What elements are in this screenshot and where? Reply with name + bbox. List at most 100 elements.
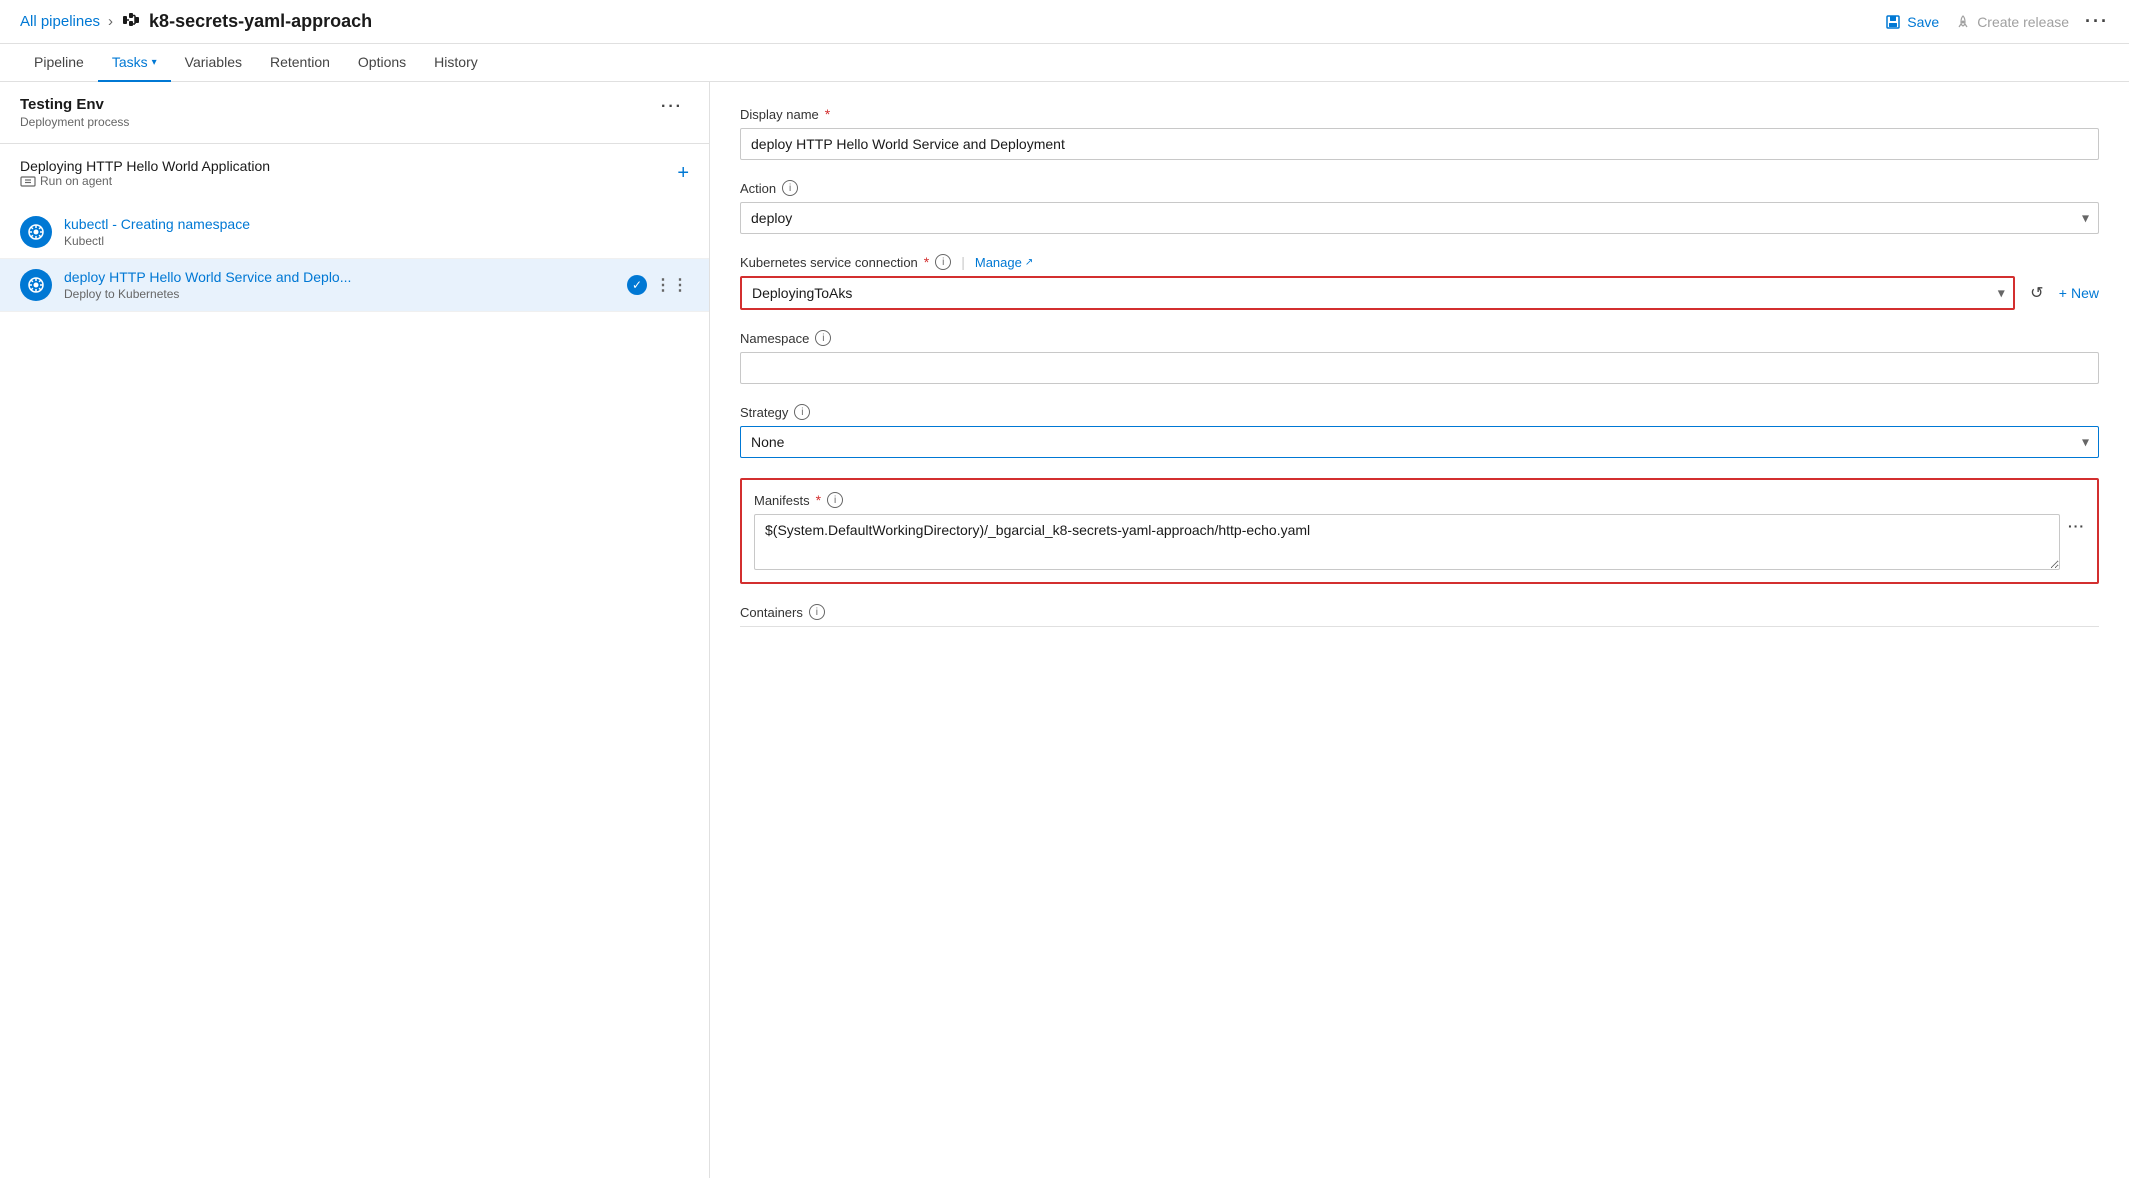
containers-label: Containers i xyxy=(740,604,2099,620)
manifests-textarea[interactable] xyxy=(754,514,2060,570)
manifests-info-icon[interactable]: i xyxy=(827,492,843,508)
manifests-label: Manifests * i xyxy=(754,492,2085,508)
pipeline-icon xyxy=(121,10,141,33)
refresh-icon: ↺ xyxy=(2030,283,2043,303)
task-deploy-info: deploy HTTP Hello World Service and Depl… xyxy=(64,269,627,301)
task-deploy-name: deploy HTTP Hello World Service and Depl… xyxy=(64,269,627,285)
tab-variables-label: Variables xyxy=(185,54,242,70)
header-right: Save Create release ··· xyxy=(1885,11,2109,32)
tab-variables[interactable]: Variables xyxy=(171,44,256,82)
task-deploy-sub: Deploy to Kubernetes xyxy=(64,287,627,301)
external-link-icon: ↗ xyxy=(1025,257,1033,268)
strategy-info-icon[interactable]: i xyxy=(794,404,810,420)
k8s-info-icon[interactable]: i xyxy=(935,254,951,270)
display-name-input[interactable] xyxy=(740,128,2099,160)
strategy-select[interactable]: None Canary Rolling xyxy=(740,426,2099,458)
manifests-box: Manifests * i ··· xyxy=(740,478,2099,584)
save-button[interactable]: Save xyxy=(1885,14,1939,30)
k8s-connection-select[interactable]: DeployingToAks xyxy=(740,276,2015,310)
containers-field: Containers i xyxy=(740,604,2099,627)
manifests-field: Manifests * i ··· xyxy=(740,478,2099,584)
save-label: Save xyxy=(1907,14,1939,30)
nav-tabs: Pipeline Tasks ▾ Variables Retention Opt… xyxy=(0,44,2129,82)
display-name-field: Display name * xyxy=(740,106,2099,160)
k8s-required-marker: * xyxy=(924,254,929,270)
main-content: Testing Env Deployment process ··· Deplo… xyxy=(0,82,2129,1178)
tab-options[interactable]: Options xyxy=(344,44,420,82)
namespace-input[interactable] xyxy=(740,352,2099,384)
task-kubectl-name: kubectl - Creating namespace xyxy=(64,216,689,232)
pipe-separator: | xyxy=(961,254,965,270)
environment-info: Testing Env Deployment process xyxy=(20,96,129,129)
task-item-deploy[interactable]: deploy HTTP Hello World Service and Depl… xyxy=(0,259,709,312)
new-label: New xyxy=(2071,285,2099,301)
action-field: Action i deploy promote reject ▾ xyxy=(740,180,2099,234)
header: All pipelines › k8-secrets-yaml-approach xyxy=(0,0,2129,44)
tab-pipeline-label: Pipeline xyxy=(34,54,84,70)
k8s-connection-row: DeployingToAks ▾ ↺ + New xyxy=(740,276,2099,310)
rocket-icon xyxy=(1955,14,1971,30)
left-panel: Testing Env Deployment process ··· Deplo… xyxy=(0,82,710,1178)
chevron-down-icon: ▾ xyxy=(152,57,157,68)
header-left: All pipelines › k8-secrets-yaml-approach xyxy=(20,10,372,33)
tab-history[interactable]: History xyxy=(420,44,492,82)
helm-wheel-icon-2 xyxy=(27,276,45,294)
tab-pipeline[interactable]: Pipeline xyxy=(20,44,98,82)
helm-wheel-icon xyxy=(27,223,45,241)
task-drag-handle[interactable]: ⋮⋮ xyxy=(655,275,689,295)
manifests-inner: ··· xyxy=(754,514,2085,570)
environment-more-button[interactable]: ··· xyxy=(655,96,689,118)
action-info-icon[interactable]: i xyxy=(782,180,798,196)
new-connection-button[interactable]: + New xyxy=(2059,285,2099,301)
right-panel: Display name * Action i deploy promote r… xyxy=(710,82,2129,1178)
namespace-label: Namespace i xyxy=(740,330,2099,346)
deploy-icon xyxy=(20,269,52,301)
environment-sub: Deployment process xyxy=(20,115,129,129)
stage-name: Deploying HTTP Hello World Application xyxy=(20,158,270,174)
namespace-info-icon[interactable]: i xyxy=(815,330,831,346)
environment-section: Testing Env Deployment process ··· xyxy=(0,82,709,144)
tab-retention[interactable]: Retention xyxy=(256,44,344,82)
display-name-label: Display name * xyxy=(740,106,2099,122)
tab-options-label: Options xyxy=(358,54,406,70)
stage-header: Deploying HTTP Hello World Application R… xyxy=(20,158,689,188)
tab-tasks[interactable]: Tasks ▾ xyxy=(98,44,171,82)
task-kubectl-info: kubectl - Creating namespace Kubectl xyxy=(64,216,689,248)
k8s-connection-label: Kubernetes service connection * i xyxy=(740,254,951,270)
create-release-button[interactable]: Create release xyxy=(1955,14,2069,30)
agent-icon xyxy=(20,175,36,187)
tab-tasks-label: Tasks xyxy=(112,54,148,70)
manage-link[interactable]: Manage ↗ xyxy=(975,255,1033,270)
plus-icon: + xyxy=(2059,285,2067,301)
create-release-label: Create release xyxy=(1977,14,2069,30)
namespace-field: Namespace i xyxy=(740,330,2099,384)
strategy-label: Strategy i xyxy=(740,404,2099,420)
required-marker: * xyxy=(825,106,830,122)
tab-history-label: History xyxy=(434,54,478,70)
pipeline-title: k8-secrets-yaml-approach xyxy=(149,11,372,32)
strategy-field: Strategy i None Canary Rolling ▾ xyxy=(740,404,2099,458)
header-more-button[interactable]: ··· xyxy=(2085,11,2109,32)
task-check-icon: ✓ xyxy=(627,275,647,295)
stage-sub: Run on agent xyxy=(20,174,270,188)
add-task-button[interactable]: + xyxy=(677,162,689,185)
refresh-button[interactable]: ↺ xyxy=(2023,279,2051,307)
breadcrumb-link[interactable]: All pipelines xyxy=(20,13,100,30)
action-select[interactable]: deploy promote reject xyxy=(740,202,2099,234)
containers-info-icon[interactable]: i xyxy=(809,604,825,620)
action-select-wrapper: deploy promote reject ▾ xyxy=(740,202,2099,234)
strategy-select-wrapper: None Canary Rolling ▾ xyxy=(740,426,2099,458)
breadcrumb-separator: › xyxy=(108,13,113,30)
task-kubectl-sub: Kubectl xyxy=(64,234,689,248)
k8s-select-wrapper: DeployingToAks ▾ xyxy=(740,276,2015,310)
containers-divider xyxy=(740,626,2099,627)
kubectl-icon xyxy=(20,216,52,248)
stage-info: Deploying HTTP Hello World Application R… xyxy=(20,158,270,188)
manifests-more-button[interactable]: ··· xyxy=(2068,518,2085,534)
tab-retention-label: Retention xyxy=(270,54,330,70)
k8s-connection-field: Kubernetes service connection * i | Mana… xyxy=(740,254,2099,310)
environment-name: Testing Env xyxy=(20,96,129,113)
save-icon xyxy=(1885,14,1901,30)
stage-section: Deploying HTTP Hello World Application R… xyxy=(0,144,709,206)
task-item-kubectl[interactable]: kubectl - Creating namespace Kubectl xyxy=(0,206,709,259)
